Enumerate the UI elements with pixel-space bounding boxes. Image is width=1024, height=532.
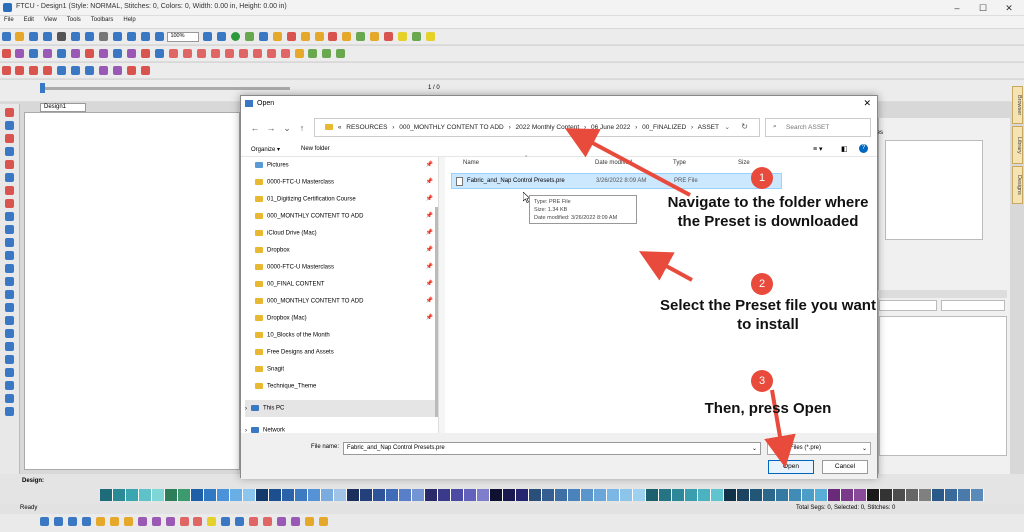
step-text-3: Then, press Open — [704, 400, 832, 417]
annotation-arrows — [564, 128, 796, 468]
arrow-to-address — [564, 128, 691, 197]
step-text-2: Select the Preset file you want to insta… — [660, 297, 876, 333]
arrow-to-file — [638, 251, 693, 282]
step-badge-1: 1 — [751, 167, 773, 189]
step-badge-3: 3 — [751, 370, 773, 392]
step-text-1: Navigate to the folder where the Preset … — [667, 194, 869, 230]
step-badge-2: 2 — [751, 273, 773, 295]
